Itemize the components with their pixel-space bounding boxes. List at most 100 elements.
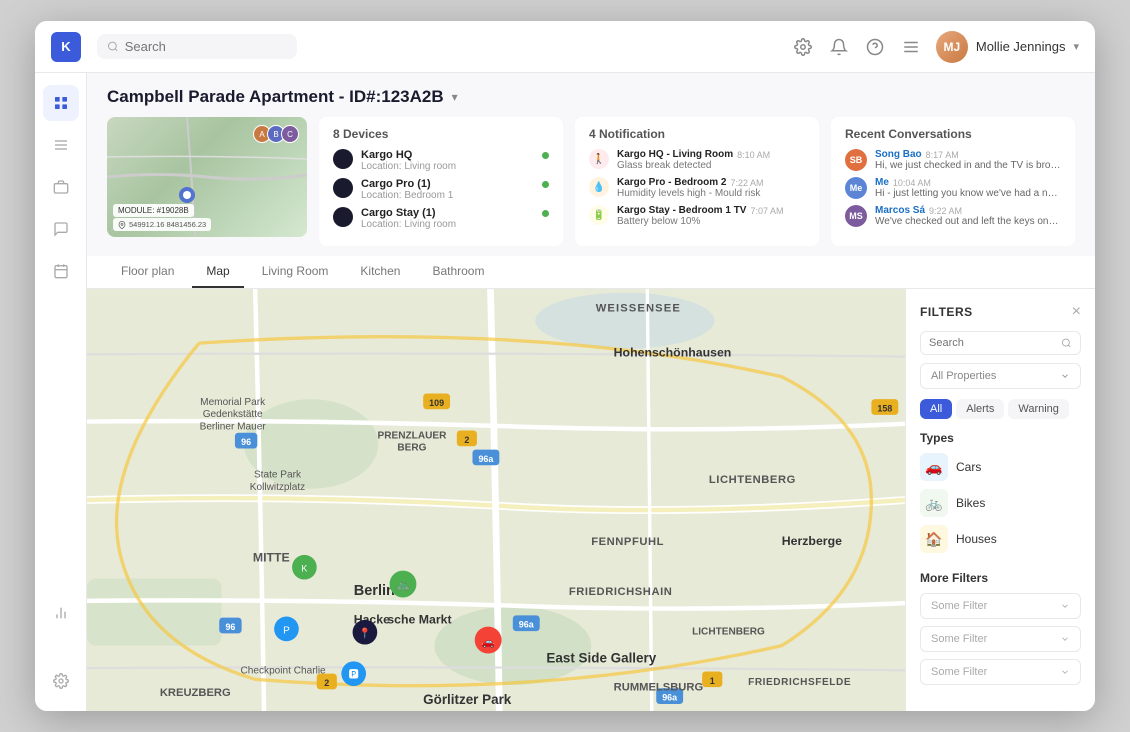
filter-search-input[interactable] bbox=[929, 337, 1055, 349]
filter-tab-alerts[interactable]: Alerts bbox=[956, 399, 1004, 419]
app-window: K MJ Mollie Jennings ▾ bbox=[35, 21, 1095, 711]
type-bikes[interactable]: 🚲 Bikes bbox=[920, 489, 1081, 517]
search-bar[interactable] bbox=[97, 34, 297, 59]
sidebar-item-analytics[interactable] bbox=[43, 595, 79, 631]
device-loc-1: Location: Living room bbox=[361, 161, 534, 172]
tab-kitchen[interactable]: Kitchen bbox=[346, 256, 414, 288]
convo-avatar-1: SB bbox=[845, 149, 867, 171]
device-icon-1 bbox=[333, 149, 353, 169]
type-cars[interactable]: 🚗 Cars bbox=[920, 453, 1081, 481]
tab-floor-plan[interactable]: Floor plan bbox=[107, 256, 188, 288]
convo-avatar-2: Me bbox=[845, 177, 867, 199]
property-header: Campbell Parade Apartment - ID#:123A2B ▾ bbox=[87, 73, 1095, 107]
device-2: Cargo Pro (1) Location: Bedroom 1 bbox=[333, 178, 549, 201]
convo-2: Me Me 10:04 AM Hi - just letting you kno… bbox=[845, 177, 1061, 199]
svg-text:K: K bbox=[301, 564, 307, 574]
map-filters-row: 96 96 109 2 96a 96a 2 96a bbox=[87, 289, 1095, 711]
svg-text:FRIEDRICHSHAIN: FRIEDRICHSHAIN bbox=[569, 586, 673, 598]
convo-avatar-3: MS bbox=[845, 205, 867, 227]
more-filter-1-label: Some Filter bbox=[931, 600, 987, 612]
svg-text:🚗: 🚗 bbox=[481, 637, 495, 649]
convo-1: SB Song Bao 8:17 AM Hi, we just checked … bbox=[845, 149, 1061, 171]
notif-text-2: Kargo Pro - Bedroom 2 7:22 AM Humidity l… bbox=[617, 177, 805, 199]
all-properties-dropdown[interactable]: All Properties bbox=[920, 363, 1081, 389]
convo-text-3: Marcos Sá 9:22 AM We've checked out and … bbox=[875, 205, 1061, 227]
filter-search-bar[interactable] bbox=[920, 331, 1081, 355]
map-thumbnail: A B C MODULE: #19028B bbox=[107, 117, 307, 237]
more-filter-3[interactable]: Some Filter bbox=[920, 659, 1081, 685]
property-chevron[interactable]: ▾ bbox=[452, 90, 458, 104]
tab-bathroom[interactable]: Bathroom bbox=[418, 256, 498, 288]
search-input[interactable] bbox=[125, 39, 287, 54]
svg-text:🚲: 🚲 bbox=[396, 580, 410, 592]
svg-text:Herzberge: Herzberge bbox=[782, 534, 842, 548]
conversations-panel: Recent Conversations SB Song Bao 8:17 AM… bbox=[831, 117, 1075, 246]
device-info-3: Cargo Stay (1) Location: Living room bbox=[361, 207, 534, 230]
sidebar-item-grid[interactable] bbox=[43, 85, 79, 121]
houses-label: Houses bbox=[956, 532, 997, 546]
content-area: Campbell Parade Apartment - ID#:123A2B ▾… bbox=[87, 73, 1095, 711]
sidebar-item-calendar[interactable] bbox=[43, 253, 79, 289]
svg-text:Kollwitzplatz: Kollwitzplatz bbox=[250, 482, 305, 493]
bell-icon[interactable] bbox=[828, 36, 850, 58]
avatar: MJ bbox=[936, 31, 968, 63]
type-houses[interactable]: 🏠 Houses bbox=[920, 525, 1081, 553]
svg-text:East Side Gallery: East Side Gallery bbox=[546, 650, 656, 665]
svg-text:FENNPFUHL: FENNPFUHL bbox=[591, 536, 664, 548]
notif-1: 🚶 Kargo HQ - Living Room 8:10 AM Glass b… bbox=[589, 149, 805, 171]
svg-text:Checkpoint Charlie: Checkpoint Charlie bbox=[241, 666, 327, 677]
filters-header: FILTERS × bbox=[920, 303, 1081, 321]
cars-label: Cars bbox=[956, 460, 981, 474]
devices-title: 8 Devices bbox=[333, 127, 549, 141]
svg-text:RUMMELSBURG: RUMMELSBURG bbox=[614, 681, 704, 693]
tab-living-room[interactable]: Living Room bbox=[248, 256, 343, 288]
sidebar-item-list[interactable] bbox=[43, 127, 79, 163]
sidebar-item-settings[interactable] bbox=[43, 663, 79, 699]
property-title: Campbell Parade Apartment - ID#:123A2B bbox=[107, 87, 444, 107]
sidebar-item-portfolio[interactable] bbox=[43, 169, 79, 205]
menu-icon[interactable] bbox=[900, 36, 922, 58]
svg-text:96: 96 bbox=[225, 622, 235, 632]
devices-panel: 8 Devices Kargo HQ Location: Living room… bbox=[319, 117, 563, 246]
svg-text:State Park: State Park bbox=[254, 470, 302, 481]
convo-name-1: Song Bao bbox=[875, 149, 922, 160]
svg-text:2: 2 bbox=[324, 678, 329, 688]
sidebar bbox=[35, 73, 87, 711]
cars-icon: 🚗 bbox=[920, 453, 948, 481]
help-icon[interactable] bbox=[864, 36, 886, 58]
more-filter-2[interactable]: Some Filter bbox=[920, 626, 1081, 652]
user-profile[interactable]: MJ Mollie Jennings ▾ bbox=[936, 31, 1079, 63]
notif-icon-1: 🚶 bbox=[589, 149, 609, 169]
convo-text-2: Me 10:04 AM Hi - just letting you know w… bbox=[875, 177, 1061, 199]
topbar: K MJ Mollie Jennings ▾ bbox=[35, 21, 1095, 73]
all-properties-label: All Properties bbox=[931, 370, 996, 382]
types-label: Types bbox=[920, 431, 1081, 445]
map-area[interactable]: 96 96 109 2 96a 96a 2 96a bbox=[87, 289, 905, 711]
conversations-title: Recent Conversations bbox=[845, 127, 1061, 141]
filter-search-icon bbox=[1061, 337, 1072, 349]
filter-tab-all[interactable]: All bbox=[920, 399, 952, 419]
tab-map[interactable]: Map bbox=[192, 256, 243, 288]
more-filters-label: More Filters bbox=[920, 571, 1081, 585]
convo-3: MS Marcos Sá 9:22 AM We've checked out a… bbox=[845, 205, 1061, 227]
svg-text:2: 2 bbox=[464, 435, 469, 445]
notif-name-1: Kargo HQ - Living Room bbox=[617, 149, 733, 160]
device-info-1: Kargo HQ Location: Living room bbox=[361, 149, 534, 172]
convo-name-3: Marcos Sá bbox=[875, 205, 925, 216]
filter-tab-warning[interactable]: Warning bbox=[1008, 399, 1069, 419]
more-filter-1[interactable]: Some Filter bbox=[920, 593, 1081, 619]
more-filter-2-label: Some Filter bbox=[931, 633, 987, 645]
device-dot-2 bbox=[542, 181, 549, 188]
svg-text:sche Markt: sche Markt bbox=[387, 612, 451, 626]
map-coords: 549912.16 8481456.23 bbox=[113, 218, 211, 231]
notif-3: 🔋 Kargo Stay - Bedroom 1 TV 7:07 AM Batt… bbox=[589, 205, 805, 227]
convo-msg-1: Hi, we just checked in and the TV is bro… bbox=[875, 160, 1061, 171]
settings-icon[interactable] bbox=[792, 36, 814, 58]
svg-text:🅿: 🅿 bbox=[349, 669, 359, 681]
sidebar-item-messages[interactable] bbox=[43, 211, 79, 247]
close-filters-button[interactable]: × bbox=[1072, 303, 1081, 321]
convo-time-2: 10:04 AM bbox=[893, 178, 931, 188]
svg-text:Berliner Mauer: Berliner Mauer bbox=[200, 421, 267, 432]
svg-text:MITTE: MITTE bbox=[253, 551, 290, 565]
convo-time-1: 8:17 AM bbox=[926, 150, 959, 160]
